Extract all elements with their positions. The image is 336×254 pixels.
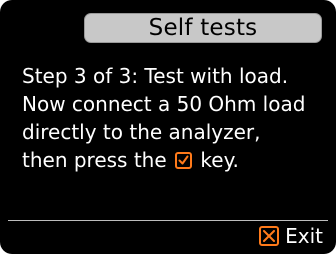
message-line-4-end: key.: [200, 148, 239, 172]
message-line-3: directly to the analyzer,: [22, 120, 261, 144]
title-bar: Self tests: [84, 13, 322, 43]
message-line-4-start: then press the: [22, 148, 167, 172]
x-icon: [259, 226, 280, 246]
exit-label: Exit: [285, 224, 323, 248]
message-line-2: Now connect a 50 Ohm load: [22, 92, 306, 116]
page-title: Self tests: [148, 15, 258, 41]
checkmark-icon: [175, 152, 193, 169]
softkey-divider: [8, 220, 328, 221]
analyzer-screen: Self tests Step 3 of 3: Test with load. …: [0, 0, 336, 254]
instruction-message: Step 3 of 3: Test with load. Now connect…: [22, 62, 328, 174]
exit-button[interactable]: Exit: [259, 224, 323, 248]
message-line-4: then press the key.: [22, 146, 328, 174]
message-line-1: Step 3 of 3: Test with load.: [22, 64, 289, 88]
